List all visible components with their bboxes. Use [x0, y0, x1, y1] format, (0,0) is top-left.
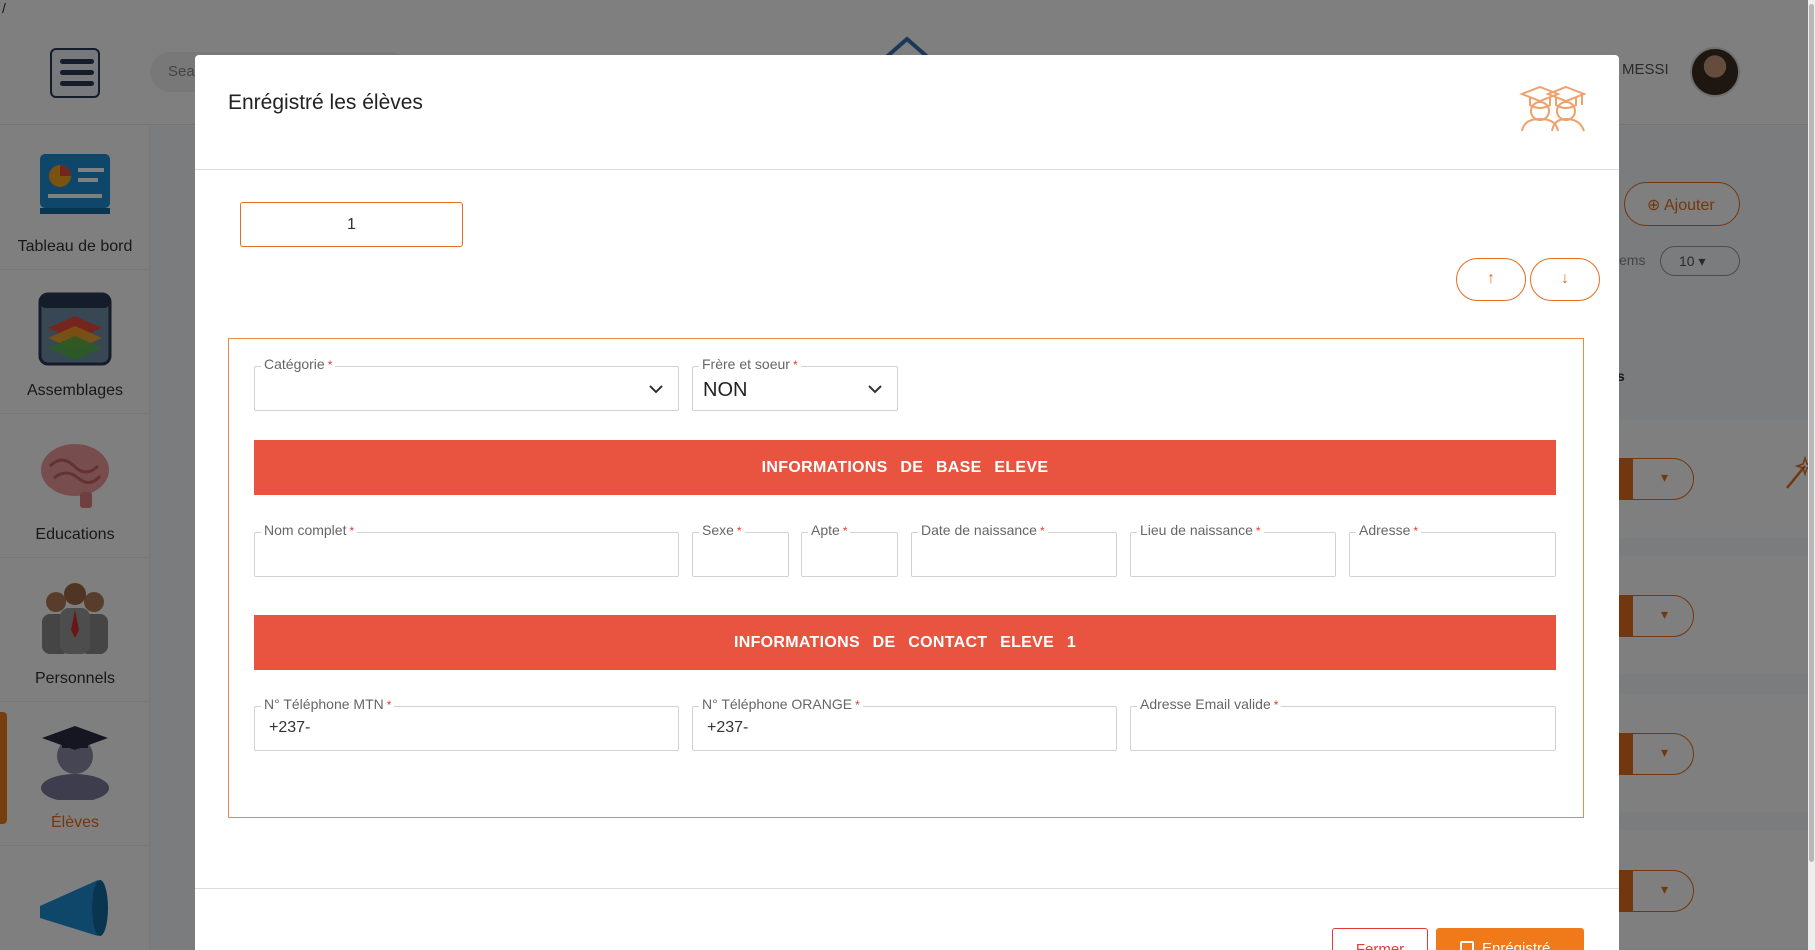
categorie-label: Catégorie *	[261, 356, 336, 372]
student-registration-modal: Enrégistré les élèves ↑ ↓ Catégorie* Frè…	[195, 55, 1619, 950]
nom-complet-field[interactable]: Nom complet *	[254, 522, 679, 577]
save-icon	[1460, 941, 1474, 950]
sexe-label: Sexe *	[699, 522, 745, 538]
tel-orange-value: +237-	[707, 719, 749, 736]
tel-mtn-field[interactable]: N° Téléphone MTN * +237-	[254, 696, 679, 751]
tel-orange-field[interactable]: N° Téléphone ORANGE * +237-	[692, 696, 1117, 751]
save-button[interactable]: Enrégistré	[1436, 928, 1584, 950]
tel-mtn-label: N° Téléphone MTN *	[261, 696, 395, 712]
categorie-select[interactable]: Catégorie *	[254, 356, 679, 411]
adresse-label: Adresse *	[1356, 522, 1422, 538]
modal-title: Enrégistré les élèves	[228, 91, 423, 114]
adresse-field[interactable]: Adresse *	[1349, 522, 1556, 577]
tel-orange-label: N° Téléphone ORANGE *	[699, 696, 863, 712]
header-divider	[195, 169, 1619, 170]
section-base-info: INFORMATIONS DE BASE ELEVE	[254, 440, 1556, 495]
save-button-label: Enrégistré	[1482, 940, 1551, 950]
date-naissance-label: Date de naissance *	[918, 522, 1048, 538]
date-naissance-field[interactable]: Date de naissance *	[911, 522, 1117, 577]
email-field[interactable]: Adresse Email valide *	[1130, 696, 1556, 751]
frere-soeur-select[interactable]: Frère et soeur * NON	[692, 356, 898, 411]
student-count-input[interactable]	[240, 202, 463, 247]
nom-complet-label: Nom complet *	[261, 522, 358, 538]
frere-soeur-value: NON	[703, 379, 748, 401]
close-button[interactable]: Fermer	[1332, 928, 1428, 950]
apte-label: Apte *	[808, 522, 851, 538]
graduates-icon	[1519, 85, 1587, 132]
chevron-down-icon	[649, 385, 663, 394]
tel-mtn-value: +237-	[269, 719, 311, 736]
lieu-naissance-label: Lieu de naissance *	[1137, 522, 1264, 538]
footer-divider	[195, 888, 1619, 889]
sexe-field[interactable]: Sexe *	[692, 522, 789, 577]
scroll-up-button[interactable]: ↑	[1456, 258, 1526, 301]
apte-field[interactable]: Apte *	[801, 522, 898, 577]
section-contact-info: INFORMATIONS DE CONTACT ELEVE 1	[254, 615, 1556, 670]
chevron-down-icon	[868, 385, 882, 394]
lieu-naissance-field[interactable]: Lieu de naissance *	[1130, 522, 1336, 577]
scroll-down-button[interactable]: ↓	[1530, 258, 1600, 301]
frere-soeur-label: Frère et soeur *	[699, 356, 801, 372]
email-label: Adresse Email valide *	[1137, 696, 1282, 712]
page-scrollbar[interactable]	[1808, 0, 1815, 950]
